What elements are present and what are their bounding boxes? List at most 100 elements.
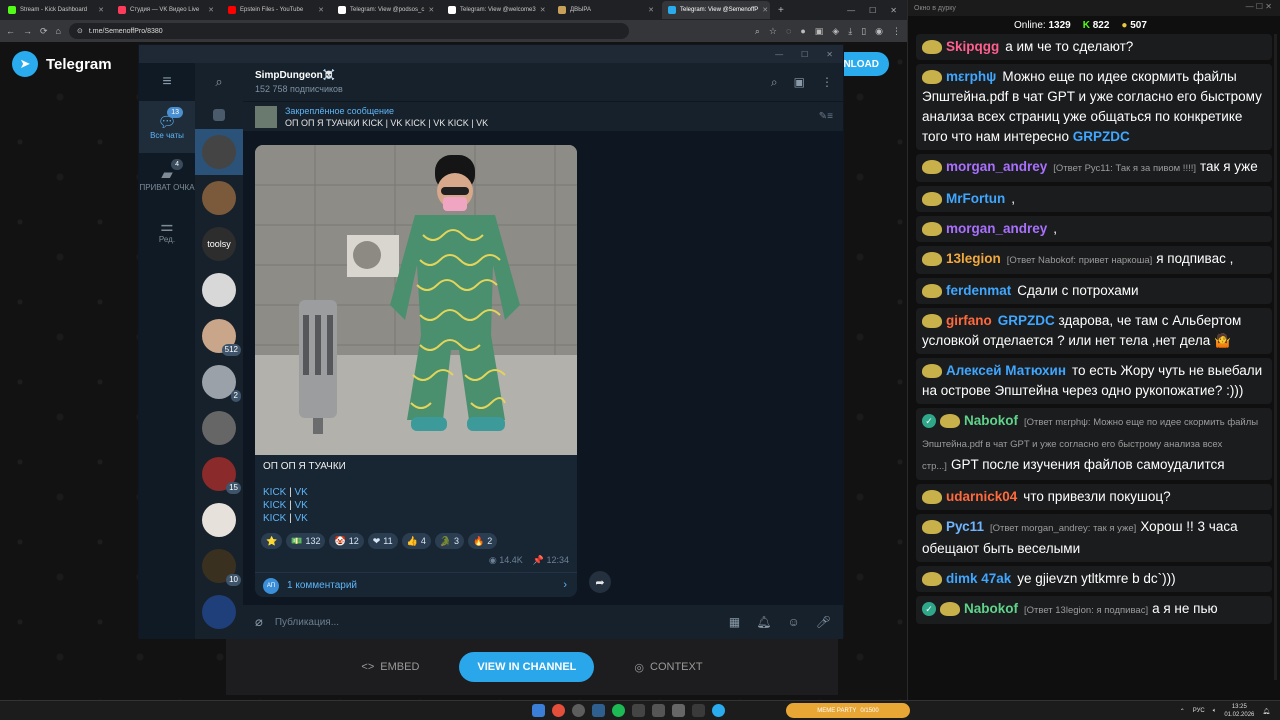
chat-avatar-item[interactable] bbox=[195, 267, 243, 313]
chat-avatar-item[interactable]: 15 bbox=[195, 451, 243, 497]
kick-link[interactable]: KICK bbox=[263, 500, 286, 511]
speaker-icon[interactable]: 🔈︎ bbox=[1213, 708, 1217, 715]
chat-message[interactable]: udarnick04 что привезли покушоц? bbox=[916, 484, 1272, 510]
chat-username[interactable]: Nabokof bbox=[964, 601, 1018, 616]
chat-username[interactable]: Nabokof bbox=[964, 413, 1018, 428]
app-icon[interactable] bbox=[632, 704, 645, 717]
chat-message[interactable]: Алексей Матюхин то есть Жору чуть не выеб… bbox=[916, 358, 1272, 404]
chat-message[interactable]: 13legion [Ответ Nabokof: привет наркоша] я… bbox=[916, 246, 1272, 274]
start-icon[interactable] bbox=[532, 704, 545, 717]
chat-username[interactable]: dimk 47ak bbox=[946, 571, 1011, 586]
folder-item[interactable]: 💬︎ Все чаты 13 bbox=[139, 101, 195, 153]
folder-item[interactable]: ▰ ПРИВАТ ОЧКА 4 bbox=[139, 153, 195, 205]
chat-message[interactable]: Рус11 [Ответ morgan_andrey: так я уже] Хор… bbox=[916, 514, 1272, 562]
telegram-logo-icon[interactable]: ➤ bbox=[12, 51, 38, 77]
vk-link[interactable]: VK bbox=[295, 500, 308, 511]
browser-tab[interactable]: Telegram: View @podsos_c ✕ bbox=[332, 1, 440, 19]
reaction-chip[interactable]: 🔥 2 bbox=[468, 533, 498, 549]
reaction-chip[interactable]: ❤ 11 bbox=[367, 533, 398, 549]
pinned-list-icon[interactable]: ✎≡ bbox=[819, 111, 833, 122]
folder-item[interactable]: ⚌ Ред. bbox=[139, 205, 195, 257]
extension-icon[interactable]: ◈ bbox=[832, 26, 839, 37]
chat-header[interactable]: SimpDungeon☠️ 152 758 подписчиков ⌕ ▣ ⋮ bbox=[243, 63, 843, 101]
chat-message[interactable]: ✓ Nabokof [Ответ 13legion: я подпивас] а я … bbox=[916, 596, 1272, 624]
profile-icon[interactable]: ◉ bbox=[875, 26, 883, 37]
archive-icon[interactable] bbox=[195, 101, 243, 129]
maximize-icon[interactable]: ☐ bbox=[801, 50, 808, 59]
message-input[interactable]: Публикация... bbox=[275, 617, 339, 628]
view-in-channel-button[interactable]: VIEW IN CHANNEL bbox=[459, 652, 595, 682]
chat-message[interactable]: girfano GRPZDC здарова, че там с Альберто… bbox=[916, 308, 1272, 354]
chrome-icon[interactable] bbox=[552, 704, 565, 717]
chat-avatar-item[interactable]: 10 bbox=[195, 543, 243, 589]
comments-link[interactable]: АП 1 комментарий › bbox=[255, 572, 577, 597]
chat-message[interactable]: ferdenmat Сдали с потрохами bbox=[916, 278, 1272, 304]
mention[interactable]: GRPZDC bbox=[998, 313, 1055, 328]
chat-username[interactable]: Skipqgg bbox=[946, 39, 999, 54]
zoom-icon[interactable]: ⌕ bbox=[755, 26, 760, 37]
chat-avatar-item[interactable] bbox=[195, 497, 243, 543]
sidebar-icon[interactable]: ▯ bbox=[861, 26, 866, 37]
forward-icon[interactable]: → bbox=[23, 26, 32, 36]
chat-message[interactable]: MrFortun, bbox=[916, 186, 1272, 212]
extension-icon[interactable]: ● bbox=[800, 26, 805, 37]
chat-message[interactable]: dimk 47ak ye gjievzn ytltkmre b dc`))) bbox=[916, 566, 1272, 592]
chat-username[interactable]: girfano bbox=[946, 313, 992, 328]
chat-message[interactable]: morgan_andrey, bbox=[916, 216, 1272, 242]
browser-tab[interactable]: Epstein Files - YouTube ✕ bbox=[222, 1, 330, 19]
bell-icon[interactable]: 🔔︎ bbox=[756, 615, 771, 629]
attach-icon[interactable]: ⌀ bbox=[255, 614, 263, 630]
app-icon[interactable] bbox=[672, 704, 685, 717]
kick-link[interactable]: KICK bbox=[263, 487, 286, 498]
browser-tab[interactable]: Stream - Kick Dashboard ✕ bbox=[2, 1, 110, 19]
close-tab-icon[interactable]: ✕ bbox=[540, 6, 546, 14]
more-icon[interactable]: ⋮ bbox=[821, 75, 833, 90]
chat-avatar-item[interactable]: 512 bbox=[195, 313, 243, 359]
chat-scrollbar[interactable] bbox=[1274, 34, 1277, 680]
meme-party-widget[interactable]: MEME PARTY 0/1500 bbox=[786, 703, 910, 718]
chat-message[interactable]: mεrphψ Можно еще по идее скормить файлы Э… bbox=[916, 64, 1272, 150]
reaction-chip[interactable]: 👍 4 bbox=[401, 533, 431, 549]
chat-message[interactable]: Skipqgg а им че то сделают? bbox=[916, 34, 1272, 60]
hamburger-menu-icon[interactable]: ≡ bbox=[139, 63, 195, 101]
chat-username[interactable]: 13legion bbox=[946, 251, 1001, 266]
obs-icon[interactable] bbox=[572, 704, 585, 717]
close-tab-icon[interactable]: ✕ bbox=[318, 6, 324, 14]
lang-indicator[interactable]: РУС bbox=[1193, 708, 1205, 714]
chat-username[interactable]: morgan_andrey bbox=[946, 159, 1047, 174]
url-input[interactable]: ⊙ t.me/SemenoffPro/8380 bbox=[68, 23, 629, 39]
app-icon[interactable] bbox=[692, 704, 705, 717]
reaction-chip[interactable]: 🤡 12 bbox=[329, 533, 364, 549]
home-icon[interactable]: ⌂ bbox=[56, 26, 61, 36]
close-tab-icon[interactable]: ✕ bbox=[98, 6, 104, 14]
bookmark-star-icon[interactable]: ☆ bbox=[769, 26, 777, 37]
chat-avatar-item[interactable]: 2 bbox=[195, 359, 243, 405]
telegram-title[interactable]: Telegram bbox=[46, 56, 112, 73]
back-icon[interactable]: ← bbox=[6, 26, 15, 36]
menu-icon[interactable]: ⋮ bbox=[892, 26, 901, 37]
chat-avatar-item[interactable]: toolsy bbox=[195, 221, 243, 267]
browser-tab[interactable]: Telegram: View @welcome3 ✕ bbox=[442, 1, 550, 19]
browser-tab[interactable]: Студия — VK Видео Live ✕ bbox=[112, 1, 220, 19]
chat-message[interactable]: morgan_andrey [Ответ Рус11: Так я за пиво… bbox=[916, 154, 1272, 182]
chat-avatar-item[interactable] bbox=[195, 175, 243, 221]
search-icon[interactable]: ⌕ bbox=[195, 63, 243, 101]
telegram-icon[interactable] bbox=[712, 704, 725, 717]
clock[interactable]: 13:25 01.02.2026 bbox=[1224, 703, 1254, 719]
reload-icon[interactable]: ⟳ bbox=[40, 26, 48, 37]
steam-icon[interactable] bbox=[592, 704, 605, 717]
reaction-chip[interactable]: 💵 132 bbox=[286, 533, 326, 549]
close-icon[interactable]: ✕ bbox=[890, 6, 897, 15]
sidebar-toggle-icon[interactable]: ▣ bbox=[794, 75, 805, 90]
vk-link[interactable]: VK bbox=[295, 513, 308, 524]
chat-username[interactable]: mεrphψ bbox=[946, 69, 996, 84]
maximize-icon[interactable]: ☐ bbox=[869, 6, 876, 15]
site-info-icon[interactable]: ⊙ bbox=[77, 27, 83, 35]
extension-icon[interactable]: ◌ bbox=[786, 26, 791, 37]
chat-username[interactable]: Алексей Матюхин bbox=[946, 363, 1066, 378]
chat-username[interactable]: morgan_andrey bbox=[946, 221, 1047, 236]
minimize-icon[interactable]: — bbox=[775, 50, 783, 59]
close-icon[interactable]: — ☐ ✕ bbox=[1246, 2, 1272, 11]
close-tab-icon[interactable]: ✕ bbox=[762, 6, 768, 14]
post-photo[interactable] bbox=[255, 145, 577, 455]
